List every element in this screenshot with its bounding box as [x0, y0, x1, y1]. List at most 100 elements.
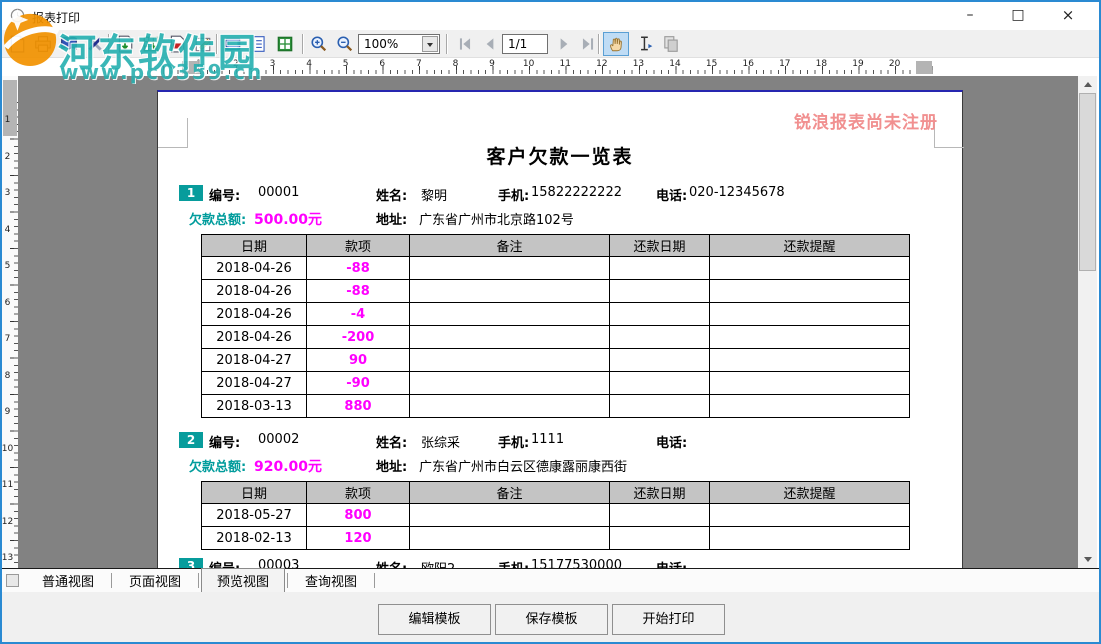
ruler-number: 12	[584, 59, 621, 69]
vertical-scrollbar[interactable]	[1078, 76, 1097, 568]
phone-value: 020-12345678	[689, 185, 785, 200]
copy-button[interactable]	[660, 33, 682, 55]
print-button[interactable]	[32, 33, 54, 55]
start-print-button[interactable]: 开始打印	[612, 604, 725, 635]
table-row: 2018-03-13 880	[202, 395, 910, 418]
open-book-button[interactable]	[58, 33, 80, 55]
address-label: 地址:	[376, 456, 407, 475]
next-page-icon	[555, 35, 573, 53]
toolbar: 100% 1/1	[2, 30, 1099, 58]
page-view-button[interactable]	[248, 33, 270, 55]
preview-area[interactable]: 锐浪报表尚未注册 客户欠款一览表 1 编号: 00001 姓名: 黎明 手机: …	[18, 76, 1078, 568]
scroll-down-button[interactable]	[1078, 551, 1097, 568]
ruler-number: 4	[291, 59, 328, 69]
tab-corner-box[interactable]	[6, 574, 19, 587]
ruler-number: 15	[693, 59, 730, 69]
export-file-button[interactable]	[114, 33, 136, 55]
scroll-up-button[interactable]	[1078, 76, 1097, 93]
amount-cell: 90	[307, 349, 410, 372]
amount-cell: -4	[307, 303, 410, 326]
toolbar-separator	[446, 34, 448, 54]
tools-button[interactable]	[84, 33, 106, 55]
first-page-button[interactable]	[454, 33, 476, 55]
repay-reminder-cell	[710, 349, 910, 372]
first-page-icon	[456, 35, 474, 53]
close-button[interactable]: ×	[1045, 2, 1091, 30]
total-label: 欠款总额:	[189, 456, 246, 475]
table-row: 2018-04-26 -88	[202, 280, 910, 303]
text-select-tool-button[interactable]	[634, 33, 656, 55]
tab-preview-view[interactable]: 预览视图	[201, 568, 285, 593]
hand-tool-icon	[607, 35, 625, 53]
table-row: 2018-04-27 -90	[202, 372, 910, 395]
ruler-number: 7	[2, 321, 13, 358]
id-value: 00002	[258, 432, 299, 447]
window-title: 报表打印	[32, 9, 80, 26]
edit-note-icon	[194, 35, 212, 53]
ruler-number: 3	[254, 59, 291, 69]
multi-page-icon	[276, 35, 294, 53]
col-repay-reminder: 还款提醒	[710, 235, 910, 257]
table-header-row: 日期 款项 备注 还款日期 还款提醒	[202, 482, 910, 504]
horizontal-ruler-numbers: 1234567891011121314151617181920	[181, 59, 913, 69]
table-row: 2018-04-27 90	[202, 349, 910, 372]
multi-page-button[interactable]	[274, 33, 296, 55]
repay-reminder-cell	[710, 395, 910, 418]
tab-page-view[interactable]: 页面视图	[114, 569, 196, 592]
horizontal-ruler: 1234567891011121314151617181920	[2, 58, 1080, 76]
ruler-number: 13	[620, 59, 657, 69]
remark-cell	[410, 527, 610, 550]
edit-note-button[interactable]	[192, 33, 214, 55]
report-title: 客户欠款一览表	[158, 142, 962, 169]
record-header-row: 1 编号: 00001 姓名: 黎明 手机: 15822222222 电话: 0…	[158, 185, 962, 205]
ruler-number: 14	[657, 59, 694, 69]
export-excel-button[interactable]	[140, 33, 162, 55]
combo-dropdown-arrow-icon[interactable]	[422, 36, 438, 52]
minimize-button[interactable]: –	[947, 2, 993, 30]
total-value: 920.00元	[254, 456, 322, 476]
maximize-button[interactable]: □	[995, 2, 1041, 30]
table-row: 2018-04-26 -88	[202, 257, 910, 280]
edit-template-button[interactable]: 编辑模板	[378, 604, 491, 635]
save-template-button[interactable]: 保存模板	[495, 604, 608, 635]
ruler-number: 6	[2, 285, 13, 322]
zoom-level-combobox[interactable]: 100%	[358, 34, 440, 54]
phone-label: 电话:	[656, 185, 687, 204]
book-icon	[60, 35, 78, 53]
next-page-button[interactable]	[553, 33, 575, 55]
print-preview-button[interactable]	[222, 33, 244, 55]
debt-table: 日期 款项 备注 还款日期 还款提醒 2018-04-26 -88 20	[201, 234, 910, 418]
text-select-icon	[636, 35, 654, 53]
tab-query-view[interactable]: 查询视图	[290, 569, 372, 592]
view-tab-bar: 普通视图 页面视图 预览视图 查询视图	[2, 569, 1099, 592]
col-repay-date: 还款日期	[610, 235, 710, 257]
app-icon	[10, 8, 25, 23]
zoom-out-button[interactable]	[334, 33, 356, 55]
name-label: 姓名:	[376, 185, 407, 204]
report-print-window: 报表打印 – □ ×	[0, 0, 1101, 644]
export-pdf-button[interactable]	[166, 33, 188, 55]
page-indicator-input[interactable]: 1/1	[502, 34, 548, 54]
date-cell: 2018-05-27	[202, 504, 307, 527]
record-badge: 2	[179, 432, 203, 448]
zoom-in-button[interactable]	[308, 33, 330, 55]
col-date: 日期	[202, 482, 307, 504]
name-value: 张综采	[421, 432, 460, 451]
registration-watermark: 锐浪报表尚未注册	[794, 108, 938, 133]
hand-tool-button[interactable]	[603, 32, 629, 56]
prev-page-button[interactable]	[479, 33, 501, 55]
id-label: 编号:	[209, 558, 240, 568]
tab-separator	[111, 573, 112, 588]
scrollbar-thumb[interactable]	[1079, 93, 1096, 271]
tab-normal-view[interactable]: 普通视图	[27, 569, 109, 592]
last-page-button[interactable]	[577, 33, 599, 55]
new-report-button[interactable]	[6, 33, 28, 55]
repay-reminder-cell	[710, 504, 910, 527]
tab-separator	[374, 573, 375, 588]
printer-icon	[34, 35, 52, 53]
record-total-row: 欠款总额: 920.00元 地址: 广东省广州市白云区德康露丽康西街	[158, 456, 962, 476]
address-label: 地址:	[376, 209, 407, 228]
repay-date-cell	[610, 372, 710, 395]
name-label: 姓名:	[376, 432, 407, 451]
date-cell: 2018-04-26	[202, 257, 307, 280]
